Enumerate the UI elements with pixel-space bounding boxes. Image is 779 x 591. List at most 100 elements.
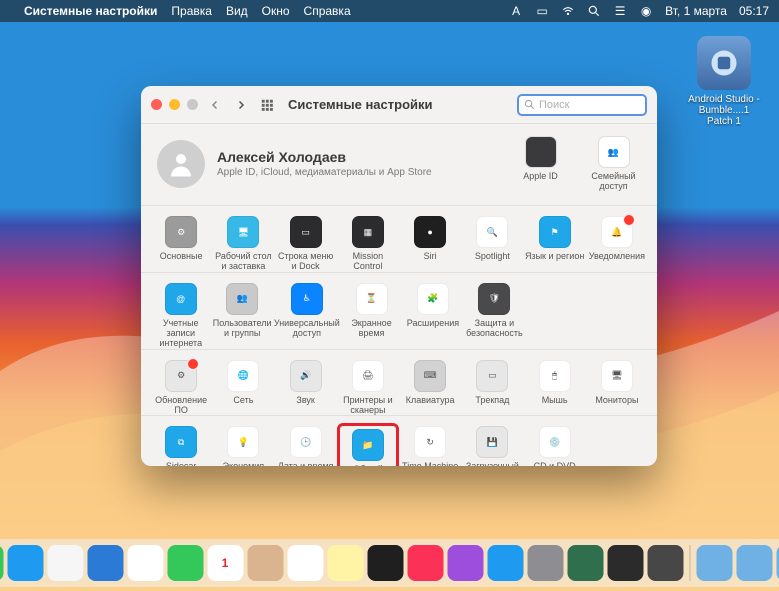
menu-item[interactable]: Вид	[226, 4, 248, 18]
dock-app-photos[interactable]	[127, 545, 163, 581]
pref-label: Трекпад	[475, 395, 509, 415]
pref-lang[interactable]: ⚑ Язык и регион	[525, 216, 585, 272]
ext-icon: 🧩	[417, 283, 449, 315]
close-button[interactable]	[151, 99, 162, 110]
search-icon	[524, 99, 535, 110]
pref-a11y[interactable]: ♿︎ Универсальный доступ	[274, 283, 340, 349]
dock-app-folder1[interactable]	[696, 545, 732, 581]
pref-cddvd[interactable]: 💿 CD и DVD	[525, 426, 585, 466]
dock-app-vscode[interactable]	[87, 545, 123, 581]
pref-label: Уведомления	[589, 251, 645, 271]
pref-desktop[interactable]: 🖥 Рабочий стол и заставка	[213, 216, 273, 272]
disk-icon	[697, 36, 751, 90]
pref-keyboard[interactable]: ⌨︎ Клавиатура	[400, 360, 460, 416]
search-field[interactable]: Поиск	[517, 94, 647, 116]
desktop-icon-label: Android Studio - Bumble....1 Patch 1	[685, 94, 763, 127]
dock-app-appletv[interactable]	[367, 545, 403, 581]
pref-datetime[interactable]: 🕒 Дата и время	[276, 426, 336, 466]
dock-app-appstore[interactable]	[487, 545, 523, 581]
pref-general[interactable]: ⚙︎ Основные	[151, 216, 211, 272]
show-all-button[interactable]	[258, 96, 276, 114]
pref-energy[interactable]: 💡 Экономия энергии	[213, 426, 273, 466]
menubar-date[interactable]: Вт, 1 марта	[665, 4, 727, 18]
pref-timemachine[interactable]: ↻ Time Machine	[400, 426, 460, 466]
pref-spotlight[interactable]: 🔍 Spotlight	[462, 216, 522, 272]
dock-app-sublime[interactable]	[647, 545, 683, 581]
minimize-button[interactable]	[169, 99, 180, 110]
dock-app-contacts[interactable]	[247, 545, 283, 581]
pref-sharing[interactable]: 📁 Общий доступ	[337, 423, 399, 466]
pref-label: Расширения	[407, 318, 459, 338]
desktop-icon-android-studio[interactable]: Android Studio - Bumble....1 Patch 1	[685, 36, 763, 127]
window-title: Системные настройки	[288, 97, 433, 112]
pref-dock[interactable]: ▭ Строка меню и Dock	[276, 216, 336, 272]
dock-app-reminders[interactable]	[287, 545, 323, 581]
sharing-icon: 📁	[352, 429, 384, 461]
dock-app-folder2[interactable]	[736, 545, 772, 581]
pref-label: CD и DVD	[534, 461, 576, 466]
dock-app-maps[interactable]	[47, 545, 83, 581]
pref-printers[interactable]: 🖨 Принтеры и сканеры	[338, 360, 398, 416]
dock-app-prefs[interactable]	[527, 545, 563, 581]
wifi-icon[interactable]	[561, 4, 575, 18]
pref-apple-id[interactable]: Apple ID	[513, 136, 568, 191]
dock-app-facetime[interactable]	[167, 545, 203, 581]
pref-label: Дата и время	[278, 461, 334, 466]
pref-sidecar[interactable]: ⧉ Sidecar	[151, 426, 211, 466]
dock-icon: ▭	[290, 216, 322, 248]
pref-siri[interactable]: ● Siri	[400, 216, 460, 272]
forward-button[interactable]	[232, 96, 250, 114]
menu-item[interactable]: Правка	[171, 4, 212, 18]
zoom-button[interactable]	[187, 99, 198, 110]
pref-notify[interactable]: 🔔 Уведомления	[587, 216, 647, 272]
app-menu-title[interactable]: Системные настройки	[24, 4, 157, 18]
pref-internet[interactable]: @ Учетные записи интернета	[151, 283, 210, 349]
dock-app-podcasts[interactable]	[447, 545, 483, 581]
display-icon[interactable]: ▭	[535, 4, 549, 18]
pref-label: Мониторы	[595, 395, 638, 415]
avatar-icon	[157, 140, 205, 188]
pref-label: Звук	[296, 395, 314, 415]
pref-label: Семейный доступ	[586, 171, 641, 191]
pref-security[interactable]: 🛡 Защита и безопасность	[465, 283, 524, 349]
keyboard-icon: ⌨︎	[414, 360, 446, 392]
pref-swupdate[interactable]: ⚙︎ Обновление ПО	[151, 360, 211, 416]
pref-screentime[interactable]: ⏳ Экранное время	[342, 283, 401, 349]
siri-icon[interactable]: ◉	[639, 4, 653, 18]
dock-app-mail[interactable]	[7, 545, 43, 581]
pref-ext[interactable]: 🧩 Расширения	[403, 283, 462, 349]
dock-app-messages[interactable]	[0, 545, 3, 581]
user-name: Алексей Холодаев	[217, 149, 432, 165]
dock-app-terminal[interactable]	[607, 545, 643, 581]
pref-sound[interactable]: 🔊 Звук	[276, 360, 336, 416]
pref-network[interactable]: 🌐 Сеть	[213, 360, 273, 416]
pref-users[interactable]: 👥 Пользователи и группы	[212, 283, 271, 349]
input-source-icon[interactable]: А	[509, 4, 523, 18]
pref-trackpad[interactable]: ▭ Трекпад	[462, 360, 522, 416]
apple-id-icon	[525, 136, 557, 168]
menu-item[interactable]: Окно	[262, 4, 290, 18]
pref-family[interactable]: 👥 Семейный доступ	[586, 136, 641, 191]
back-button[interactable]	[206, 96, 224, 114]
dock-app-notes[interactable]	[327, 545, 363, 581]
displays-icon: 🖥	[601, 360, 633, 392]
pref-mission[interactable]: ▦ Mission Control	[338, 216, 398, 272]
menu-item[interactable]: Справка	[304, 4, 351, 18]
spotlight-icon[interactable]	[587, 4, 601, 18]
pref-mouse[interactable]: 🖱 Мышь	[525, 360, 585, 416]
dock-app-androidstudio[interactable]	[567, 545, 603, 581]
apple-id-row[interactable]: Алексей Холодаев Apple ID, iCloud, медиа…	[141, 124, 657, 206]
pref-label: Рабочий стол и заставка	[213, 251, 273, 272]
dock-app-calendar[interactable]: 1	[207, 545, 243, 581]
dock-app-music[interactable]	[407, 545, 443, 581]
pref-label: Принтеры и сканеры	[338, 395, 398, 416]
control-center-icon[interactable]: ☰	[613, 4, 627, 18]
pref-label: Обновление ПО	[151, 395, 211, 416]
network-icon: 🌐	[227, 360, 259, 392]
menubar: Системные настройки Правка Вид Окно Спра…	[0, 0, 779, 22]
desktop-icon: 🖥	[227, 216, 259, 248]
pref-displays[interactable]: 🖥 Мониторы	[587, 360, 647, 416]
pref-startup[interactable]: 💾 Загрузочный диск	[462, 426, 522, 466]
pref-label: Пользователи и группы	[212, 318, 271, 339]
menubar-time[interactable]: 05:17	[739, 4, 769, 18]
